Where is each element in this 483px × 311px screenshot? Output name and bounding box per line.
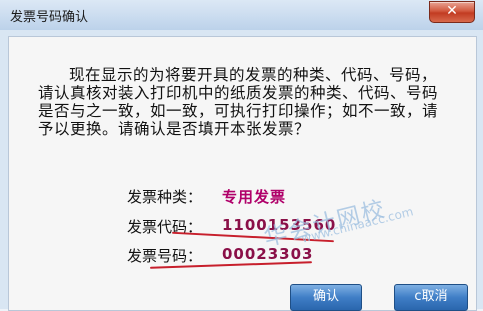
title-bar: 发票号码确认 ✕ [0, 0, 483, 31]
close-button[interactable]: ✕ [429, 1, 475, 23]
invoice-type-label: 发票种类： [127, 188, 203, 206]
invoice-type-value: 专用发票 [222, 188, 287, 206]
confirmation-message: 现在显示的为将要开具的发票的种类、代码、号码，请认真核对装入打印机中的纸质发票的… [38, 66, 439, 138]
dialog-title: 发票号码确认 [10, 10, 89, 25]
cancel-button[interactable]: c取消 [394, 284, 468, 311]
confirm-button[interactable]: 确认 [290, 284, 362, 311]
invoice-number-label: 发票号码： [127, 247, 203, 265]
close-icon: ✕ [446, 3, 458, 19]
